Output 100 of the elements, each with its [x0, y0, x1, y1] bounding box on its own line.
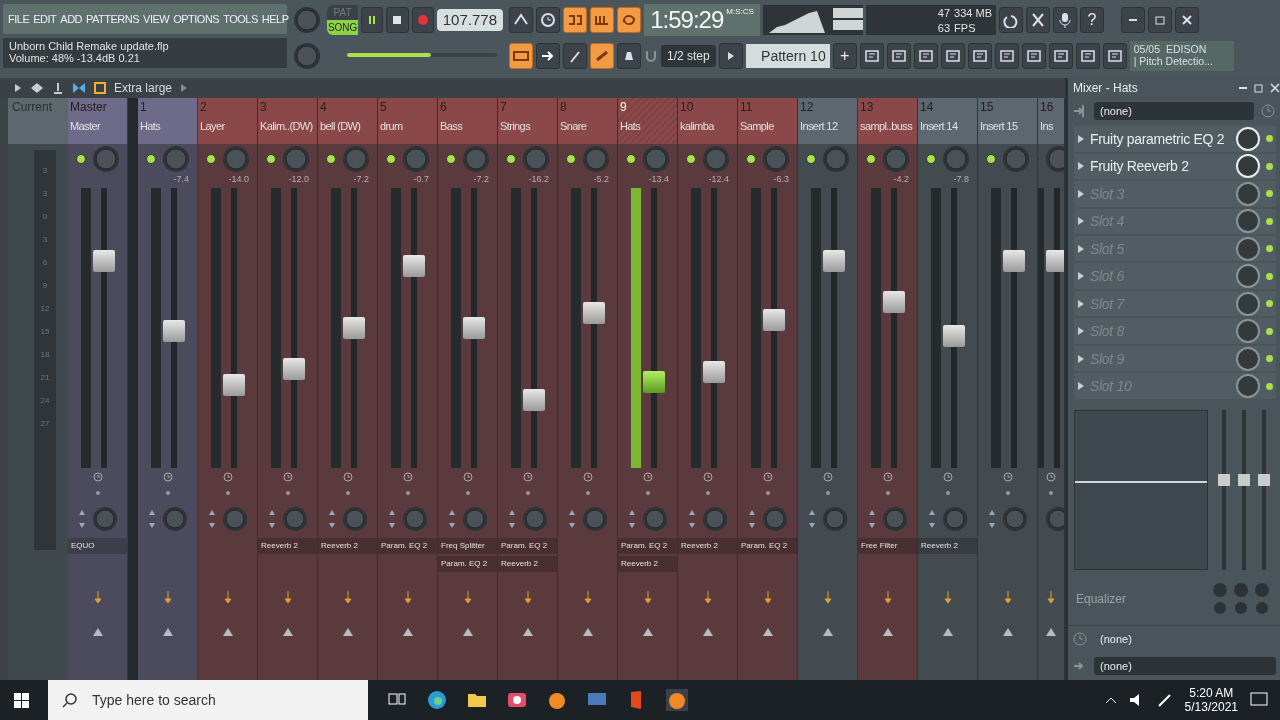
master-volume-slider[interactable] [347, 50, 497, 60]
effect-slot[interactable]: Param. EQ 2 [738, 538, 797, 554]
strip-header[interactable]: 14 Insert 14 [918, 98, 977, 144]
effect-slot[interactable]: Param. EQ 2 [618, 538, 677, 554]
window-button[interactable] [913, 43, 938, 69]
strip-header[interactable]: 15 Insert 15 [978, 98, 1037, 144]
window-button[interactable] [1048, 43, 1073, 69]
effect-slot[interactable]: Reeverb 2 [318, 538, 377, 554]
square-icon[interactable] [94, 82, 106, 94]
window-button[interactable] [1021, 43, 1046, 69]
snap-dropdown[interactable]: 1/2 step [661, 45, 716, 67]
enable-led[interactable] [1266, 162, 1273, 170]
strip-header[interactable]: 2 Layer [198, 98, 257, 144]
effect-slot[interactable]: Reeverb 2 [918, 538, 977, 554]
multilink-button[interactable] [617, 43, 641, 69]
enable-led[interactable] [325, 154, 336, 164]
step-edit-button[interactable] [590, 7, 614, 33]
triangle-icon[interactable] [762, 628, 773, 636]
enable-led[interactable] [1266, 355, 1273, 363]
triangle-icon[interactable] [522, 628, 533, 636]
triangle-icon[interactable] [462, 628, 473, 636]
strip-header[interactable]: 5 drum [378, 98, 437, 144]
enable-led[interactable] [925, 154, 936, 164]
triangle-icon[interactable] [222, 628, 233, 636]
enable-led[interactable] [1266, 272, 1273, 280]
route-icon[interactable] [1002, 590, 1013, 604]
enable-led[interactable] [1266, 327, 1273, 335]
strip-header[interactable]: 6 Bass [438, 98, 497, 144]
enable-led[interactable] [445, 154, 456, 164]
route-icon[interactable] [1046, 590, 1056, 604]
triangle-icon[interactable] [1046, 628, 1056, 636]
effect-slot[interactable]: Fruity parametric EQ 2 [1074, 126, 1276, 152]
window-button[interactable] [886, 43, 911, 69]
window-button[interactable] [1075, 43, 1100, 69]
strip-header[interactable]: Master Master [68, 98, 127, 144]
route-icon[interactable] [882, 590, 893, 604]
triangle-icon[interactable] [882, 628, 893, 636]
strip-header[interactable]: 7 Strings [498, 98, 557, 144]
window-button[interactable] [994, 43, 1019, 69]
effect-slot[interactable]: Reeverb 2 [498, 556, 557, 572]
menu-item[interactable]: ADD [60, 13, 83, 25]
effect-slot[interactable]: Reeverb 2 [618, 556, 677, 572]
enable-led[interactable] [1266, 190, 1273, 198]
triangle-icon[interactable] [642, 628, 653, 636]
enable-led[interactable] [625, 154, 636, 164]
effect-slot[interactable]: Free Filter [858, 538, 917, 554]
minimize-button[interactable] [1121, 7, 1145, 33]
route-icon[interactable] [402, 590, 413, 604]
triangle-icon[interactable] [402, 628, 413, 636]
wait-button[interactable] [536, 7, 560, 33]
enable-led[interactable] [805, 154, 816, 164]
route-icon[interactable] [282, 590, 293, 604]
notification-icon[interactable] [1250, 692, 1268, 708]
effect-slot[interactable]: Param. EQ 2 [438, 556, 497, 572]
enable-led[interactable] [985, 154, 996, 164]
undo-button[interactable] [999, 7, 1023, 33]
route-icon[interactable] [342, 590, 353, 604]
effect-slot[interactable]: Reeverb 2 [678, 538, 737, 554]
enable-led[interactable] [265, 154, 276, 164]
triangle-icon[interactable] [1002, 628, 1013, 636]
record-audio-button[interactable] [1053, 7, 1077, 33]
view-size-label[interactable]: Extra large [114, 81, 173, 95]
route-icon[interactable] [222, 590, 233, 604]
menu-item[interactable]: OPTIONS [173, 13, 220, 25]
menu-item[interactable]: FILE [8, 13, 30, 25]
pen-icon[interactable] [1156, 692, 1173, 708]
pause-button[interactable] [361, 7, 384, 33]
menu-item[interactable]: PATTERNS [86, 13, 140, 25]
stop-button[interactable] [386, 7, 409, 33]
enable-led[interactable] [1266, 245, 1273, 253]
strip-header[interactable]: 16 Ins [1038, 98, 1064, 144]
arrow-right-icon[interactable] [180, 83, 189, 93]
effect-slot[interactable]: Param. EQ 2 [498, 538, 557, 554]
enable-led[interactable] [565, 154, 576, 164]
triangle-icon[interactable] [92, 628, 103, 636]
search-field[interactable]: Type here to search [48, 680, 368, 720]
enable-led[interactable] [75, 154, 86, 164]
help-button[interactable]: ? [1080, 7, 1104, 33]
enable-led[interactable] [865, 154, 876, 164]
triangle-icon[interactable] [942, 628, 953, 636]
close-icon[interactable] [1270, 82, 1280, 93]
effect-slot[interactable]: EQUO [68, 538, 127, 554]
metronome-button[interactable] [509, 7, 533, 33]
window-button[interactable] [967, 43, 992, 69]
window-button[interactable] [940, 43, 965, 69]
step-button[interactable] [536, 43, 560, 69]
route-icon[interactable] [942, 590, 953, 604]
strip-header[interactable]: 13 sampl..buss [858, 98, 917, 144]
menu-item[interactable]: TOOLS [223, 13, 258, 25]
slide-button[interactable] [563, 43, 587, 69]
triangle-icon[interactable] [702, 628, 713, 636]
strip-header[interactable]: 4 bell (DW) [318, 98, 377, 144]
link-button[interactable] [590, 43, 614, 69]
pin-icon[interactable] [52, 82, 64, 94]
effect-slot[interactable]: Reeverb 2 [258, 538, 317, 554]
pattern-selector[interactable]: Pattern 10 [745, 44, 830, 68]
tempo-field[interactable]: 107.778 [436, 9, 503, 31]
menu-item[interactable]: VIEW [143, 13, 170, 25]
effect-slot[interactable]: Freq Splitter [438, 538, 497, 554]
menu-item[interactable]: EDIT [33, 13, 57, 25]
